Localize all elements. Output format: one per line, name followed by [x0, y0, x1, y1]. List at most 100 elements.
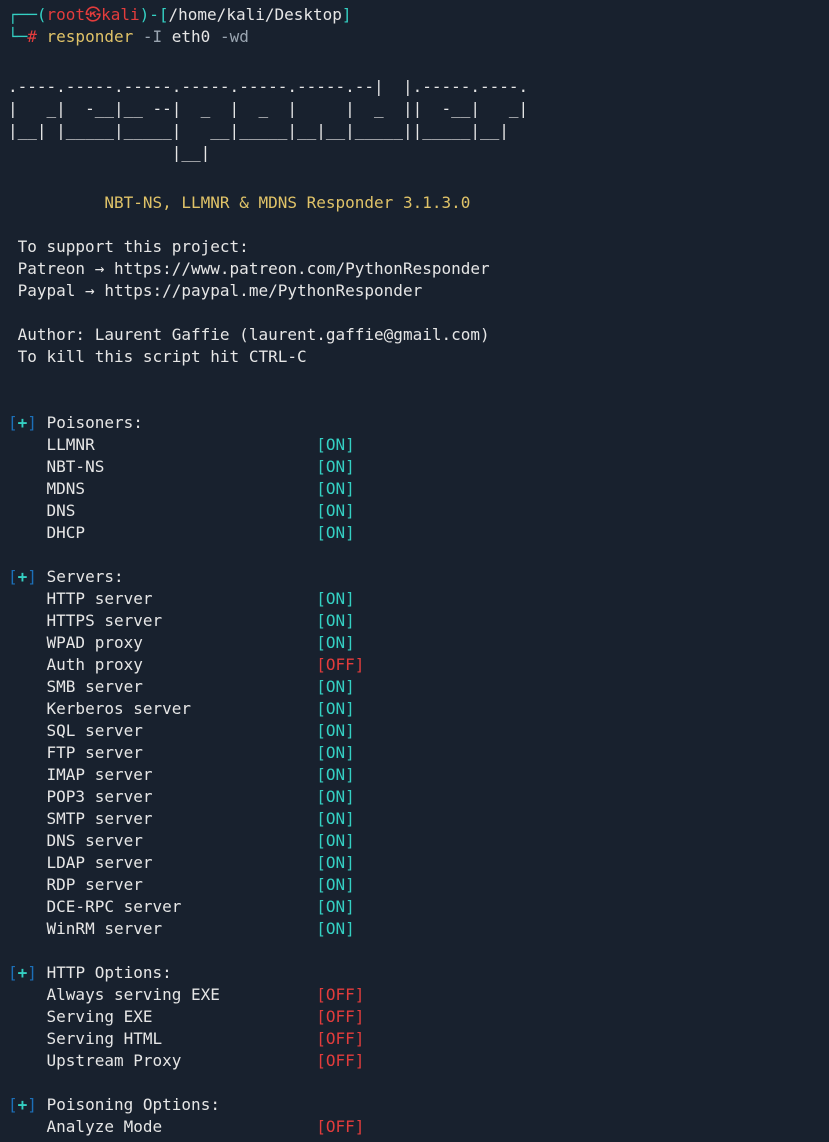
status-row: SMTP server [ON] [8, 808, 821, 830]
status-on: [ON] [316, 677, 355, 696]
status-row: DHCP [ON] [8, 522, 821, 544]
status-label: Analyze Mode [8, 1117, 316, 1136]
section-poisoning-options: [+] Poisoning Options: Analyze Mode [OFF… [8, 1094, 821, 1138]
author: Author: Laurent Gaffie (laurent.gaffie@g… [8, 324, 821, 346]
status-row: POP3 server [ON] [8, 786, 821, 808]
status-on: [ON] [316, 501, 355, 520]
status-row: LLMNR [ON] [8, 434, 821, 456]
prompt-bracket2: )-[ [140, 5, 169, 24]
status-label: Auth proxy [8, 655, 316, 674]
status-off: [OFF] [316, 1007, 364, 1026]
prompt-line-1: ┌──(root㉿kali)-[/home/kali/Desktop] [8, 4, 821, 26]
status-row: Always serving EXE [OFF] [8, 984, 821, 1006]
section-title: Servers: [47, 567, 124, 586]
status-on: [ON] [316, 919, 355, 938]
status-label: MDNS [8, 479, 316, 498]
kill-hint: To kill this script hit CTRL-C [8, 346, 821, 368]
status-off: [OFF] [316, 655, 364, 674]
status-row: LDAP server [ON] [8, 852, 821, 874]
prompt-host: kali [101, 5, 140, 24]
status-on: [ON] [316, 633, 355, 652]
status-on: [ON] [316, 699, 355, 718]
flag-i: -I [143, 27, 172, 46]
section-servers: [+] Servers: HTTP server [ON] HTTPS serv… [8, 566, 821, 940]
status-on: [ON] [316, 479, 355, 498]
status-label: DHCP [8, 523, 316, 542]
status-label: Kerberos server [8, 699, 316, 718]
status-off: [OFF] [316, 1051, 364, 1070]
status-row: MDNS [ON] [8, 478, 821, 500]
status-row: IMAP server [ON] [8, 764, 821, 786]
status-label: Upstream Proxy [8, 1051, 316, 1070]
status-on: [ON] [316, 809, 355, 828]
section-poisoners: [+] Poisoners: LLMNR [ON] NBT-NS [ON] MD… [8, 412, 821, 544]
status-row: NBT-NS [ON] [8, 456, 821, 478]
status-row: FTP server [ON] [8, 742, 821, 764]
status-on: [ON] [316, 743, 355, 762]
status-off: [OFF] [316, 1117, 364, 1136]
status-label: Always serving EXE [8, 985, 316, 1004]
status-row: Auth proxy [OFF] [8, 654, 821, 676]
prompt-bracket: ┌──( [8, 5, 47, 24]
status-on: [ON] [316, 831, 355, 850]
status-on: [ON] [316, 611, 355, 630]
status-label: Serving HTML [8, 1029, 316, 1048]
status-label: RDP server [8, 875, 316, 894]
status-label: DNS [8, 501, 316, 520]
prompt-path: /home/kali/Desktop [169, 5, 342, 24]
terminal-output: ┌──(root㉿kali)-[/home/kali/Desktop] └─# … [8, 4, 821, 1138]
support-l2: Patreon → https://www.patreon.com/Python… [8, 258, 821, 280]
status-row: DNS server [ON] [8, 830, 821, 852]
status-label: SMB server [8, 677, 316, 696]
status-row: SQL server [ON] [8, 720, 821, 742]
status-row: Analyze Mode [OFF] [8, 1116, 821, 1138]
status-label: IMAP server [8, 765, 316, 784]
status-row: DCE-RPC server [ON] [8, 896, 821, 918]
status-label: SQL server [8, 721, 316, 740]
status-label: FTP server [8, 743, 316, 762]
status-row: WPAD proxy [ON] [8, 632, 821, 654]
status-row: HTTPS server [ON] [8, 610, 821, 632]
status-on: [ON] [316, 457, 355, 476]
status-row: Serving HTML [OFF] [8, 1028, 821, 1050]
status-label: Serving EXE [8, 1007, 316, 1026]
status-on: [ON] [316, 765, 355, 784]
status-off: [OFF] [316, 1029, 364, 1048]
status-on: [ON] [316, 853, 355, 872]
status-label: WinRM server [8, 919, 316, 938]
prompt-user: root [47, 5, 86, 24]
prompt-bracket3: ] [342, 5, 352, 24]
section-title: Poisoners: [47, 413, 143, 432]
app-title: NBT-NS, LLMNR & MDNS Responder 3.1.3.0 [8, 192, 821, 214]
status-on: [ON] [316, 875, 355, 894]
status-row: HTTP server [ON] [8, 588, 821, 610]
status-row: SMB server [ON] [8, 676, 821, 698]
status-off: [OFF] [316, 985, 364, 1004]
arg-iface: eth0 [172, 27, 220, 46]
support-l3: Paypal → https://paypal.me/PythonRespond… [8, 280, 821, 302]
status-on: [ON] [316, 721, 355, 740]
section-title: Poisoning Options: [47, 1095, 220, 1114]
status-label: LLMNR [8, 435, 316, 454]
status-label: HTTP server [8, 589, 316, 608]
status-on: [ON] [316, 787, 355, 806]
status-label: LDAP server [8, 853, 316, 872]
status-label: HTTPS server [8, 611, 316, 630]
status-on: [ON] [316, 435, 355, 454]
section-title: HTTP Options: [47, 963, 172, 982]
status-label: WPAD proxy [8, 633, 316, 652]
status-label: NBT-NS [8, 457, 316, 476]
status-on: [ON] [316, 589, 355, 608]
prompt-line-2[interactable]: └─# responder -I eth0 -wd [8, 26, 821, 48]
status-row: Upstream Proxy [OFF] [8, 1050, 821, 1072]
support-l1: To support this project: [8, 236, 821, 258]
prompt-at: ㉿ [85, 5, 101, 24]
status-row: WinRM server [ON] [8, 918, 821, 940]
section-http-options: [+] HTTP Options: Always serving EXE [OF… [8, 962, 821, 1072]
status-label: SMTP server [8, 809, 316, 828]
status-on: [ON] [316, 897, 355, 916]
ascii-banner: .----.-----.-----.-----.-----.-----.--| … [8, 76, 821, 164]
status-label: POP3 server [8, 787, 316, 806]
status-row: DNS [ON] [8, 500, 821, 522]
status-label: DCE-RPC server [8, 897, 316, 916]
